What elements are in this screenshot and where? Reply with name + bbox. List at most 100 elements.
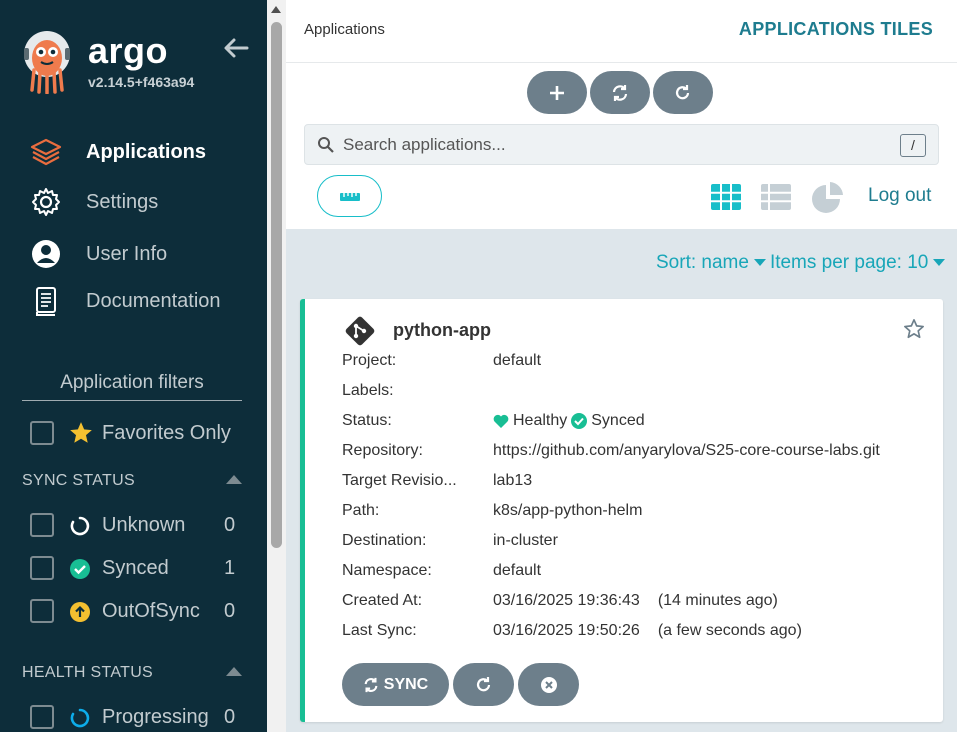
- sync-icon: [364, 677, 378, 692]
- filter-sync-synced[interactable]: Synced 1: [30, 556, 240, 582]
- field-target-revision: Target Revisio... lab13: [342, 472, 932, 494]
- collapse-sidebar-icon[interactable]: [222, 36, 250, 60]
- sync-button[interactable]: SYNC: [342, 663, 449, 706]
- nav-label: User Info: [86, 242, 168, 265]
- filter-count: 1: [224, 557, 236, 579]
- sync-status: Synced: [591, 412, 645, 429]
- favorite-star-icon[interactable]: [903, 318, 925, 345]
- nav-documentation[interactable]: Documentation: [30, 283, 221, 319]
- ruler-icon: [339, 193, 360, 201]
- app-tile[interactable]: python-app Project: default Labels: Stat…: [300, 299, 943, 722]
- tiles-view-icon[interactable]: [710, 181, 742, 213]
- sync-button-label: SYNC: [383, 675, 429, 693]
- sort-dropdown[interactable]: Sort: name: [656, 252, 770, 273]
- field-value: default: [493, 352, 542, 369]
- new-app-button[interactable]: [527, 71, 587, 114]
- items-per-page-dropdown[interactable]: Items per page: 10: [770, 252, 949, 273]
- arrow-up-circle-icon: [70, 602, 90, 622]
- favorites-checkbox[interactable]: [30, 421, 54, 445]
- star-icon: [68, 420, 94, 451]
- sort-label: Sort: name: [656, 252, 749, 273]
- keyboard-shortcut-hint: /: [900, 134, 926, 157]
- field-key: Path:: [342, 502, 380, 519]
- items-per-page-label: Items per page: 10: [769, 252, 929, 273]
- relative-time: (a few seconds ago): [657, 622, 802, 639]
- field-key: Repository:: [342, 442, 423, 459]
- top-bar: Applications APPLICATIONS TILES: [286, 0, 957, 63]
- field-value: in-cluster: [493, 532, 558, 549]
- field-key: Target Revisio...: [342, 472, 457, 489]
- field-key: Last Sync:: [342, 622, 417, 639]
- git-icon: [343, 314, 377, 353]
- field-project: Project: default: [342, 352, 932, 374]
- field-key: Labels:: [342, 382, 394, 399]
- field-repository: Repository: https://github.com/anyarylov…: [342, 442, 932, 464]
- field-namespace: Namespace: default: [342, 562, 932, 584]
- relative-time: (14 minutes ago): [657, 592, 778, 609]
- scroll-up-arrow-icon[interactable]: [271, 6, 281, 13]
- favorites-label: Favorites Only: [102, 421, 231, 444]
- delete-button[interactable]: [518, 663, 579, 706]
- filter-count: 0: [224, 600, 236, 622]
- filter-checkbox[interactable]: [30, 556, 54, 580]
- refresh-button[interactable]: [453, 663, 514, 706]
- book-icon: [30, 285, 62, 317]
- stack-icon: [30, 136, 62, 168]
- version-label: v2.14.5+f463a94: [88, 74, 195, 90]
- scrollbar-thumb[interactable]: [271, 22, 282, 548]
- chevron-down-icon: [933, 259, 946, 267]
- filter-sync-unknown[interactable]: Unknown 0: [30, 513, 240, 539]
- filter-label: Unknown: [102, 514, 186, 536]
- close-circle-icon: [540, 676, 557, 693]
- field-status: Status: Healthy Synced: [342, 412, 932, 434]
- check-circle-icon: [571, 413, 588, 429]
- check-circle-icon: [70, 559, 90, 579]
- search-input[interactable]: [343, 132, 883, 158]
- filter-toggle-button[interactable]: [317, 175, 382, 217]
- filter-label: Progressing: [102, 706, 209, 728]
- field-labels: Labels:: [342, 382, 932, 404]
- health-status-heading: HEALTH STATUS: [22, 664, 154, 681]
- field-value: 03/16/2025 19:36:43: [493, 592, 640, 609]
- logout-link[interactable]: Log out: [868, 185, 931, 207]
- nav-label: Settings: [86, 190, 159, 213]
- field-created-at: Created At: 03/16/2025 19:36:43 (14 minut…: [342, 592, 932, 614]
- filter-checkbox[interactable]: [30, 513, 54, 537]
- filter-checkbox[interactable]: [30, 599, 54, 623]
- field-value: default: [493, 562, 542, 579]
- app-name[interactable]: python-app: [393, 320, 491, 341]
- refresh-icon: [675, 84, 690, 99]
- field-value: k8s/app-python-helm: [493, 502, 643, 519]
- nav-settings[interactable]: Settings: [30, 184, 158, 220]
- nav-user-info[interactable]: User Info: [30, 236, 167, 272]
- search-icon: [317, 136, 335, 159]
- plus-icon: [550, 85, 564, 100]
- collapse-caret-icon[interactable]: [226, 667, 242, 676]
- filter-label: OutOfSync: [102, 600, 200, 622]
- sync-apps-button[interactable]: [590, 71, 650, 114]
- health-status: Healthy: [513, 412, 568, 429]
- field-key: Status:: [342, 412, 392, 429]
- collapse-caret-icon[interactable]: [226, 475, 242, 484]
- nav-applications[interactable]: Applications: [30, 134, 206, 170]
- progress-circle-icon: [70, 708, 90, 728]
- field-key: Namespace:: [342, 562, 432, 579]
- filter-count: 0: [224, 514, 236, 536]
- breadcrumb[interactable]: Applications: [304, 21, 385, 38]
- brand-name: argo: [88, 30, 169, 71]
- filter-checkbox[interactable]: [30, 705, 54, 729]
- field-destination: Destination: in-cluster: [342, 532, 932, 554]
- sort-controls: Sort: name Items per page: 10: [656, 252, 949, 274]
- summary-view-pie-icon[interactable]: [812, 181, 844, 213]
- nav-label: Documentation: [86, 289, 221, 312]
- refresh-apps-button[interactable]: [653, 71, 713, 114]
- nav-label: Applications: [86, 140, 207, 163]
- filter-health-progressing[interactable]: Progressing 0: [30, 705, 240, 731]
- favorites-only-filter[interactable]: Favorites Only: [30, 420, 231, 446]
- repository-link[interactable]: https://github.com/anyarylova/S25-core-c…: [493, 442, 880, 460]
- list-view-icon[interactable]: [760, 181, 792, 213]
- search-bar: /: [304, 124, 939, 165]
- filter-sync-outofsync[interactable]: OutOfSync 0: [30, 599, 240, 625]
- filter-label: Synced: [102, 557, 169, 579]
- application-filters-title: Application filters: [22, 372, 242, 401]
